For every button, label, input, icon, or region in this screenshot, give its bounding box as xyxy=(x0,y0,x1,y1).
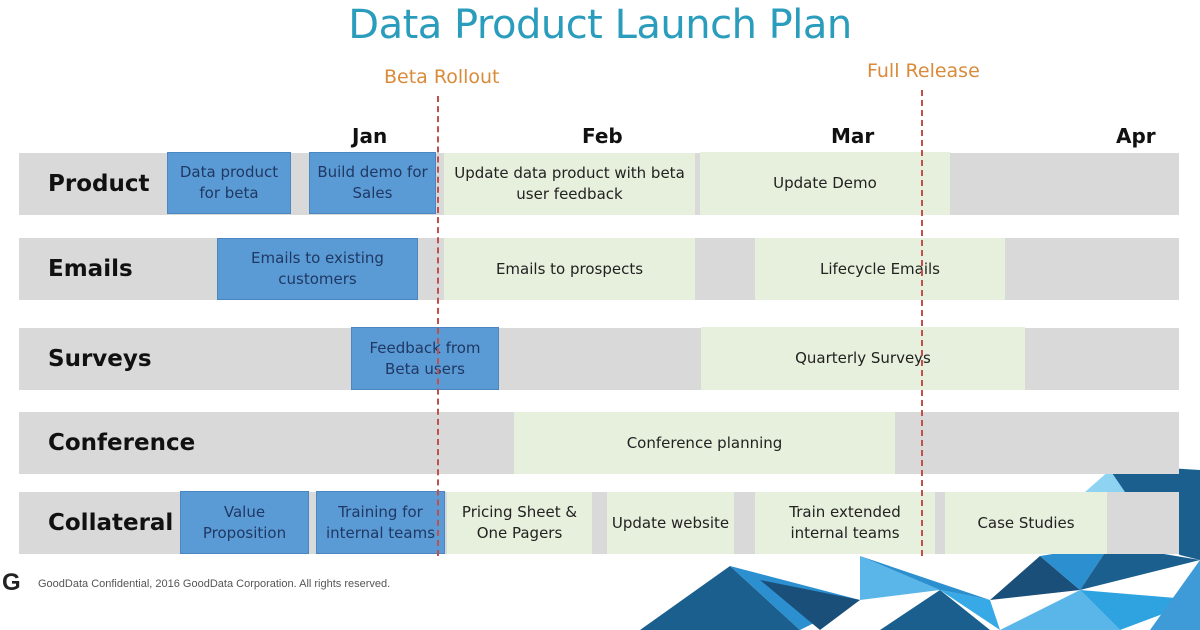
task-feedback-from-beta-users[interactable]: Feedback from Beta users xyxy=(351,327,499,390)
lane-label-product: Product xyxy=(48,171,150,197)
task-update-website[interactable]: Update website xyxy=(607,492,734,554)
month-jan: Jan xyxy=(352,124,388,148)
task-case-studies[interactable]: Case Studies xyxy=(945,492,1107,554)
task-data-product-for-beta[interactable]: Data product for beta xyxy=(167,152,291,214)
lane-label-conference: Conference xyxy=(48,430,196,456)
lane-label-collateral: Collateral xyxy=(48,510,174,536)
milestone-full-release-line xyxy=(921,90,923,556)
milestone-full-release-label: Full Release xyxy=(867,60,980,82)
lane-label-emails: Emails xyxy=(48,256,133,282)
month-feb: Feb xyxy=(582,124,623,148)
lane-label-surveys: Surveys xyxy=(48,346,152,372)
task-emails-to-prospects[interactable]: Emails to prospects xyxy=(444,238,695,300)
task-update-demo[interactable]: Update Demo xyxy=(700,152,950,215)
task-train-extended-teams[interactable]: Train extended internal teams xyxy=(755,492,935,554)
task-lifecycle-emails[interactable]: Lifecycle Emails xyxy=(755,238,1005,300)
month-apr: Apr xyxy=(1116,124,1156,148)
task-emails-existing-customers[interactable]: Emails to existing customers xyxy=(217,238,418,300)
task-training-internal-teams[interactable]: Training for internal teams xyxy=(316,491,445,554)
task-build-demo-for-sales[interactable]: Build demo for Sales xyxy=(309,152,436,214)
task-conference-planning[interactable]: Conference planning xyxy=(514,412,895,474)
month-mar: Mar xyxy=(831,124,875,148)
task-pricing-sheet[interactable]: Pricing Sheet & One Pagers xyxy=(447,492,592,554)
task-update-data-product[interactable]: Update data product with beta user feedb… xyxy=(444,153,695,215)
milestone-beta-rollout-line xyxy=(437,96,439,556)
gooddata-logo-icon: G xyxy=(2,569,21,596)
task-value-proposition[interactable]: Value Proposition xyxy=(180,491,309,554)
task-quarterly-surveys[interactable]: Quarterly Surveys xyxy=(701,327,1025,390)
milestone-beta-rollout-label: Beta Rollout xyxy=(384,66,500,88)
footer-copyright: GoodData Confidential, 2016 GoodData Cor… xyxy=(38,578,391,590)
page-title: Data Product Launch Plan xyxy=(348,2,852,48)
